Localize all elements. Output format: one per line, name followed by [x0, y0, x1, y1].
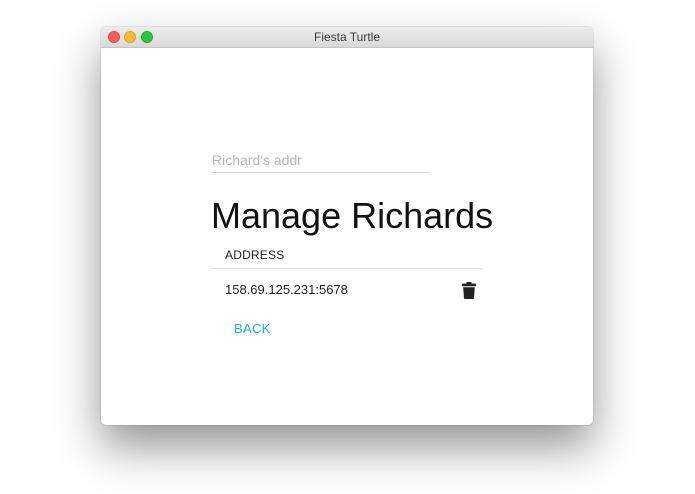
window-title: Fiesta Turtle	[313, 30, 381, 44]
main-content: Manage Richards ADDRESS 158.69.125.231:5…	[101, 48, 593, 425]
column-header-address: ADDRESS	[211, 242, 482, 269]
address-input[interactable]	[211, 148, 430, 173]
maximize-window-button[interactable]	[141, 31, 153, 43]
page-title: Manage Richards	[211, 195, 494, 236]
minimize-window-button[interactable]	[124, 31, 136, 43]
close-window-button[interactable]	[108, 31, 120, 43]
app-window: Fiesta Turtle Manage Richards ADDRESS 15…	[101, 27, 593, 425]
title-bar[interactable]: Fiesta Turtle	[101, 27, 593, 48]
table-row: 158.69.125.231:5678	[211, 269, 482, 311]
address-table: ADDRESS 158.69.125.231:5678	[211, 242, 482, 311]
trash-icon[interactable]	[462, 282, 476, 299]
address-cell: 158.69.125.231:5678	[225, 282, 348, 297]
back-button[interactable]: BACK	[229, 317, 276, 340]
